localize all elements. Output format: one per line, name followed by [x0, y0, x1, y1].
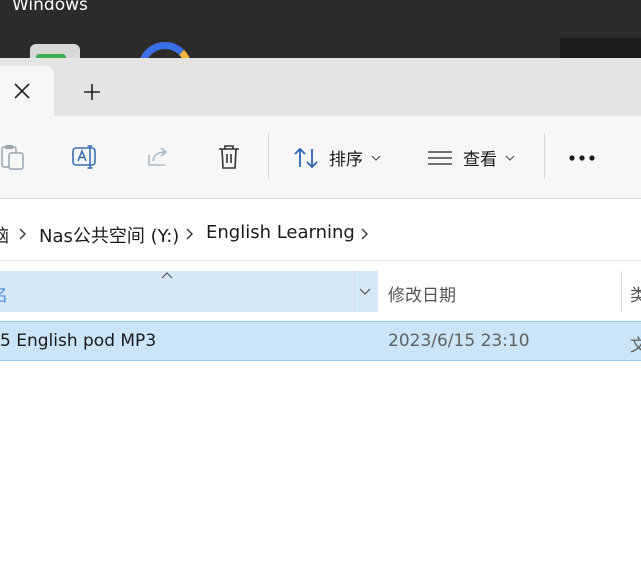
- toolbar-separator: [544, 133, 545, 179]
- toolbar-separator: [268, 133, 269, 179]
- file-name[interactable]: 5 English pod MP3: [0, 331, 156, 351]
- view-list-icon: [428, 150, 452, 165]
- more-icon[interactable]: [568, 150, 596, 166]
- file-type: 文: [630, 336, 641, 356]
- column-header-type[interactable]: 类: [630, 281, 641, 306]
- breadcrumb-item[interactable]: Nas公共空间 (Y:): [39, 222, 179, 248]
- chevron-right-icon[interactable]: [17, 228, 27, 240]
- view-button[interactable]: 查看: [427, 145, 515, 170]
- chevron-right-icon[interactable]: [184, 228, 194, 240]
- column-header-name-label: 名: [0, 281, 8, 306]
- column-header-modified[interactable]: 修改日期: [388, 281, 456, 306]
- breadcrumb-item[interactable]: English Learning: [206, 222, 355, 243]
- trash-icon[interactable]: [216, 143, 242, 171]
- desktop-background: Windows: [0, 0, 641, 58]
- desktop-label: Windows: [12, 0, 88, 15]
- sort-icon: [294, 147, 318, 168]
- chevron-right-icon[interactable]: [359, 228, 369, 240]
- clipboard-icon[interactable]: [0, 143, 26, 171]
- share-icon[interactable]: [144, 143, 172, 171]
- breadcrumb-partial[interactable]: 脑: [0, 222, 9, 248]
- column-divider[interactable]: [354, 271, 355, 312]
- sort-label: 排序: [329, 150, 363, 170]
- chevron-down-icon[interactable]: [359, 288, 371, 296]
- column-header-name[interactable]: [0, 271, 378, 312]
- column-divider[interactable]: [621, 271, 622, 312]
- chevron-down-icon: [505, 155, 515, 161]
- browser-icon: [138, 42, 192, 58]
- view-label: 查看: [463, 150, 497, 170]
- close-icon[interactable]: [13, 82, 31, 100]
- file-modified-date: 2023/6/15 23:10: [388, 331, 530, 351]
- plus-icon[interactable]: [82, 82, 102, 102]
- desktop-dark-region: [560, 38, 641, 58]
- sort-button[interactable]: 排序: [293, 145, 381, 170]
- sort-ascending-icon: [161, 272, 173, 279]
- chevron-down-icon: [371, 155, 381, 161]
- desktop-app-icon: [30, 44, 80, 58]
- rename-icon[interactable]: [71, 143, 99, 171]
